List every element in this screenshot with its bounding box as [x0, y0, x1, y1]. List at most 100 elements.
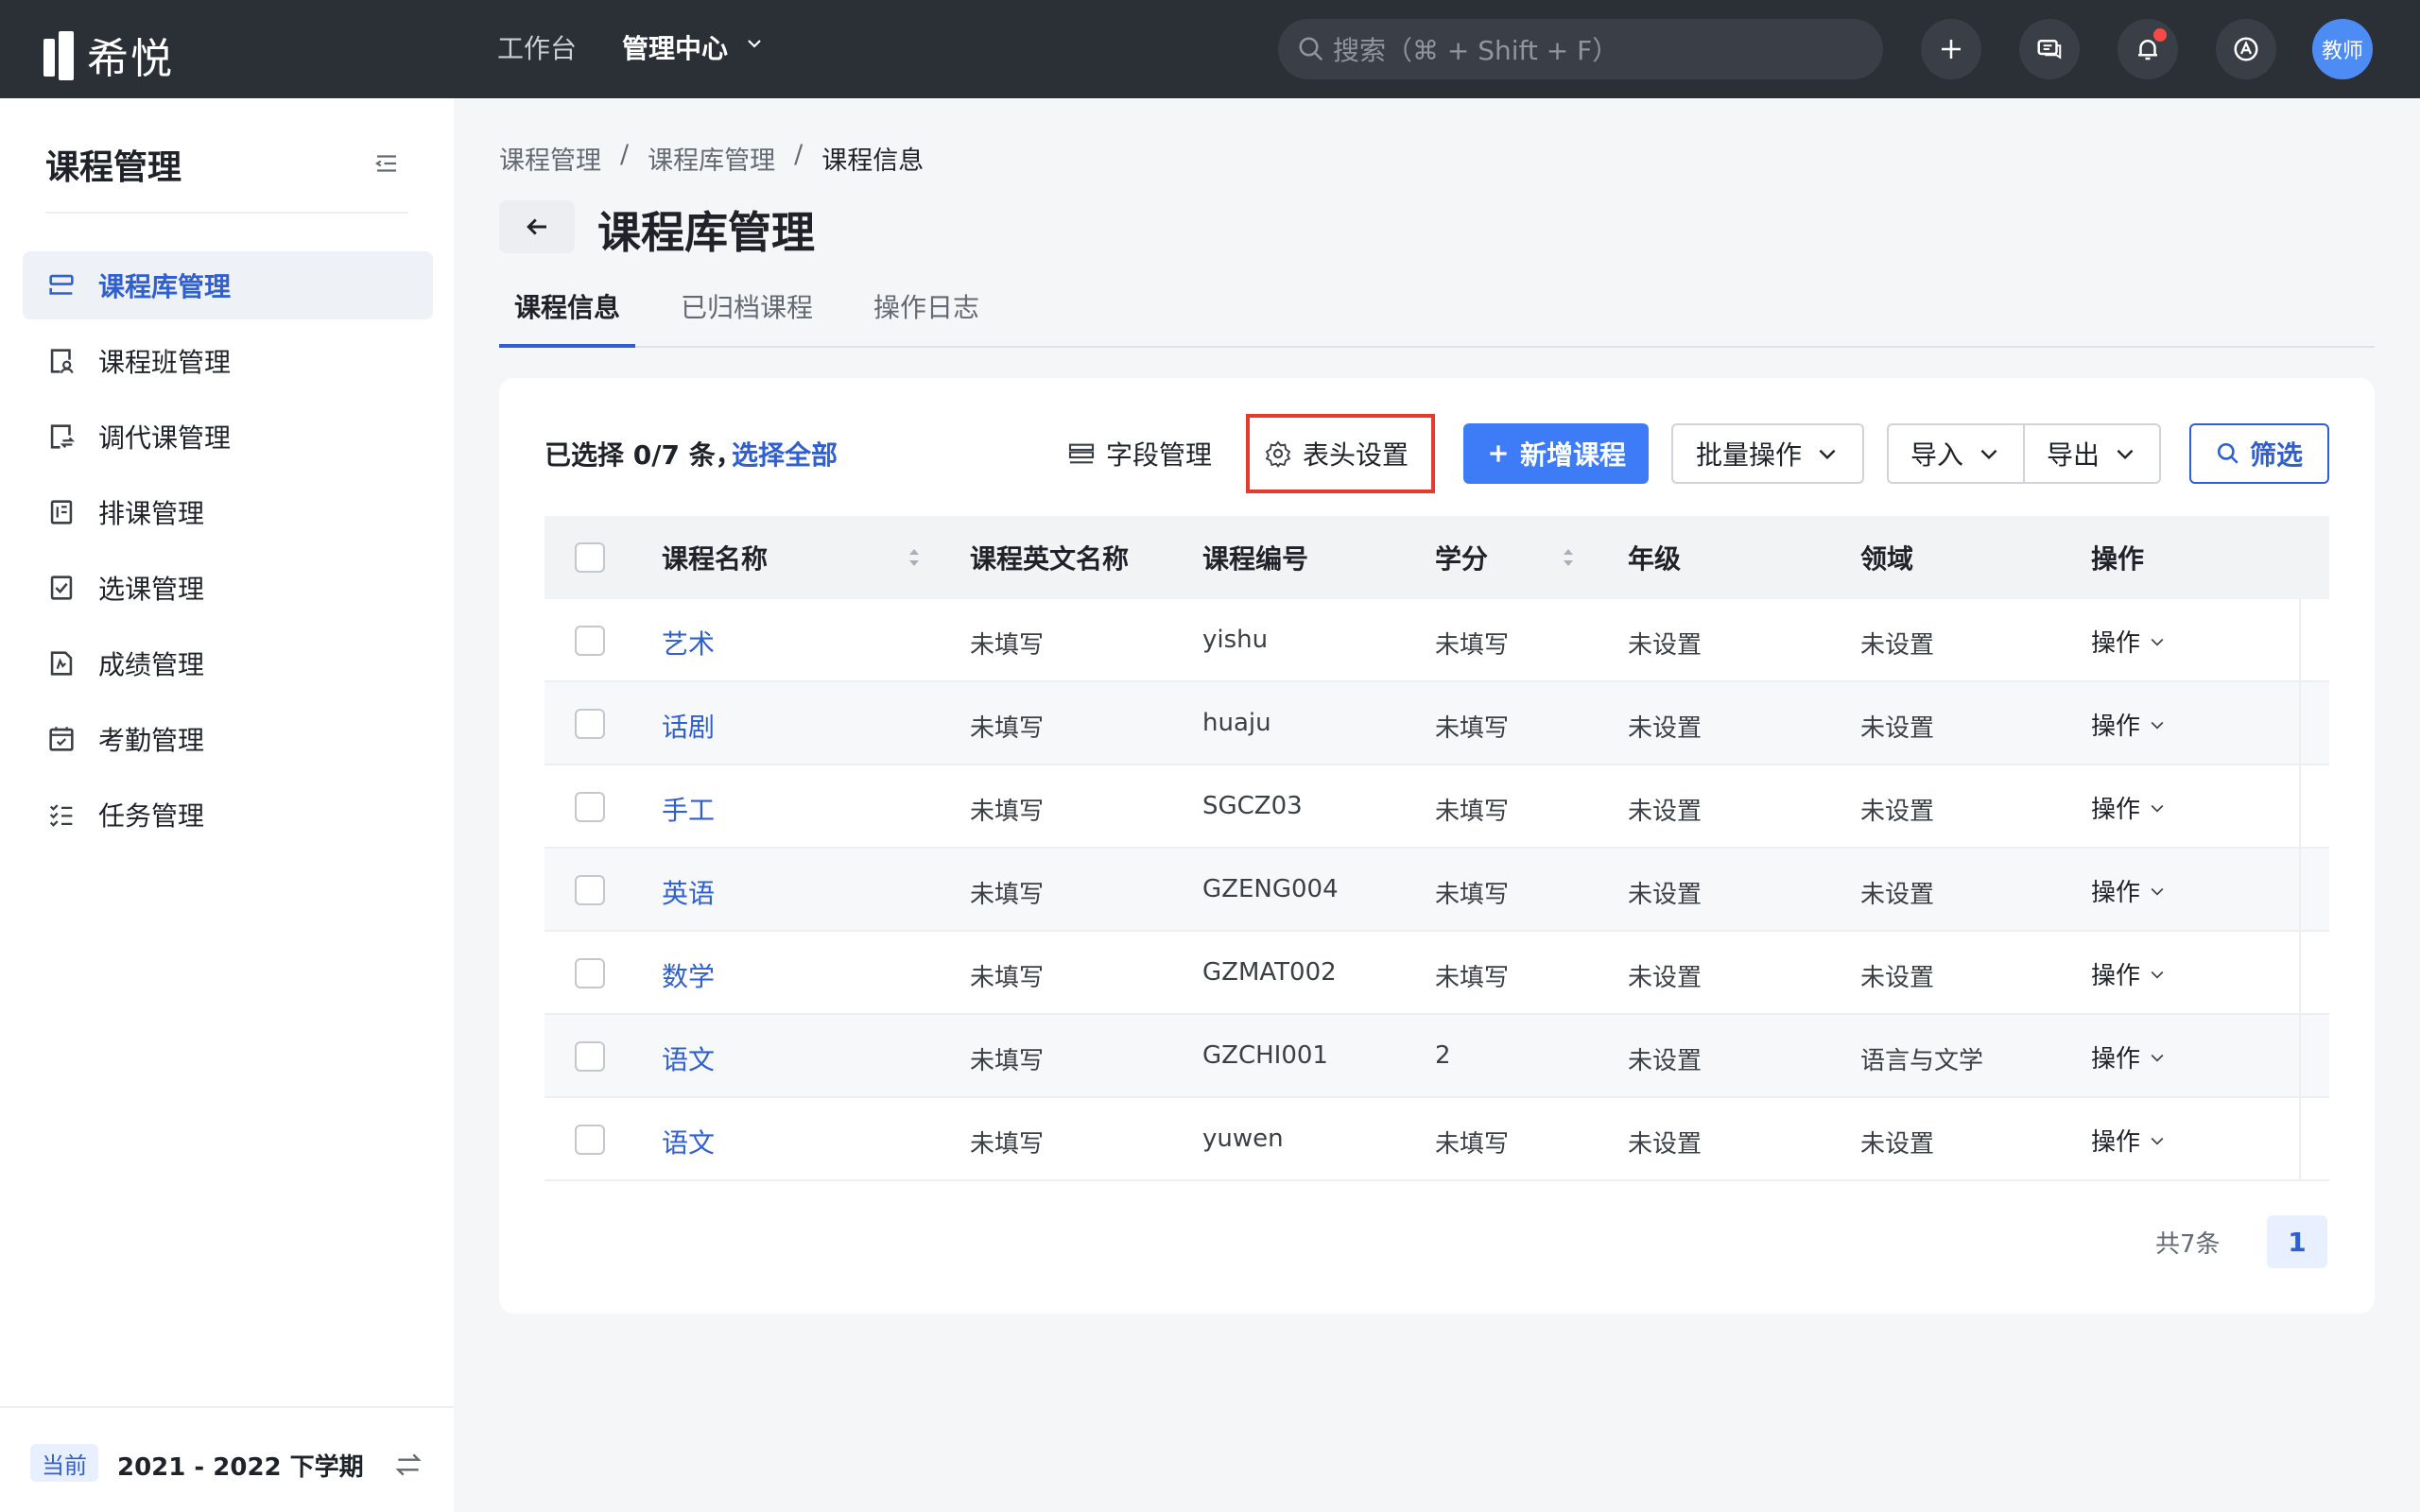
app-logo[interactable]: 希悦	[43, 25, 174, 85]
sidebar-item-substitute[interactable]: 调代课管理	[23, 403, 433, 471]
breadcrumb-item[interactable]: 课程管理	[499, 140, 601, 177]
back-button[interactable]	[499, 200, 575, 253]
sidebar-item-course-class[interactable]: 课程班管理	[23, 327, 433, 395]
row-actions-dropdown[interactable]: 操作	[2091, 624, 2167, 659]
collapse-sidebar-icon[interactable]	[372, 149, 401, 178]
sort-icon[interactable]	[1560, 544, 1577, 571]
table-row: 数学 未填写 GZMAT002 未填写 未设置 未设置 操作	[544, 932, 2329, 1015]
row-checkbox[interactable]	[575, 1125, 605, 1155]
select-all-checkbox[interactable]	[575, 542, 605, 573]
english-name-cell: 未填写	[970, 881, 1045, 909]
sidebar-item-grades[interactable]: 成绩管理	[23, 629, 433, 697]
notifications-button[interactable]	[2118, 19, 2178, 79]
column-header-domain: 领域	[1860, 543, 1914, 575]
grade-cell: 未设置	[1628, 631, 1703, 660]
sidebar-item-attendance[interactable]: 考勤管理	[23, 705, 433, 773]
tab-archived-courses[interactable]: 已归档课程	[681, 287, 813, 325]
tab-course-info[interactable]: 课程信息	[514, 287, 620, 325]
sidebar-item-label: 考勤管理	[98, 725, 205, 756]
english-name-cell: 未填写	[970, 714, 1045, 743]
row-actions-dropdown[interactable]: 操作	[2091, 1040, 2167, 1074]
english-name-cell: 未填写	[970, 964, 1045, 992]
term-label: 2021 - 2022 下学期	[117, 1453, 364, 1482]
course-name-link[interactable]: 语文	[662, 1040, 715, 1077]
breadcrumb-current: 课程信息	[821, 146, 925, 176]
selection-count: 已选择 0/7 条，	[544, 439, 742, 471]
english-name-cell: 未填写	[970, 1130, 1045, 1159]
row-actions-dropdown[interactable]: 操作	[2091, 790, 2167, 825]
messages-button[interactable]	[2019, 19, 2080, 79]
column-header-english-name: 课程英文名称	[970, 543, 1130, 575]
column-header-grade: 年级	[1628, 543, 1682, 575]
table-row: 英语 未填写 GZENG004 未填写 未设置 未设置 操作	[544, 849, 2329, 932]
course-name-link[interactable]: 语文	[662, 1123, 715, 1160]
grade-cell: 未设置	[1628, 798, 1703, 826]
breadcrumb-separator: /	[794, 140, 804, 169]
row-actions-dropdown[interactable]: 操作	[2091, 956, 2167, 991]
add-button[interactable]	[1921, 19, 1981, 79]
batch-operations-dropdown[interactable]: 批量操作	[1671, 423, 1864, 484]
chevron-down-icon	[2151, 971, 2164, 979]
course-name-link[interactable]: 话剧	[662, 707, 715, 745]
breadcrumb-separator: /	[620, 140, 630, 169]
plus-icon	[1490, 445, 1507, 462]
add-course-button[interactable]: 新增课程	[1463, 423, 1649, 484]
credit-cell: 未填写	[1435, 798, 1510, 826]
field-manage-button[interactable]: 字段管理	[1066, 423, 1212, 484]
sidebar-item-label: 调代课管理	[98, 422, 232, 454]
row-actions-dropdown[interactable]: 操作	[2091, 873, 2167, 908]
credit-cell: 未填写	[1435, 631, 1510, 660]
filter-button[interactable]: 筛选	[2189, 423, 2329, 484]
course-code-cell: GZENG004	[1202, 875, 1339, 903]
plus-icon	[1942, 40, 1961, 59]
column-header-credit: 学分	[1435, 543, 1489, 575]
app-switch-button[interactable]	[2216, 19, 2276, 79]
sidebar-item-course-selection[interactable]: 选课管理	[23, 554, 433, 622]
schedule-icon	[50, 500, 73, 524]
chevron-down-icon	[1980, 449, 1997, 460]
fields-icon	[1068, 443, 1095, 464]
chevron-down-icon	[2117, 449, 2134, 460]
breadcrumb-item[interactable]: 课程库管理	[648, 140, 775, 177]
course-name-link[interactable]: 手工	[662, 790, 715, 828]
select-all-link[interactable]: 选择全部	[732, 435, 838, 472]
header-settings-button[interactable]: 表头设置	[1263, 423, 1409, 484]
switch-term-icon[interactable]	[393, 1450, 424, 1480]
row-checkbox[interactable]	[575, 709, 605, 739]
nav-admin-center[interactable]: 管理中心	[622, 28, 728, 66]
course-name-link[interactable]: 数学	[662, 956, 715, 994]
row-checkbox[interactable]	[575, 792, 605, 822]
nav-workbench[interactable]: 工作台	[497, 28, 577, 66]
chevron-down-icon	[2151, 804, 2164, 813]
check-icon	[50, 576, 73, 600]
sidebar-item-scheduling[interactable]: 排课管理	[23, 478, 433, 546]
global-search-input[interactable]: 搜索（⌘ + Shift + F）	[1278, 19, 1883, 79]
sidebar-item-course-library[interactable]: 课程库管理	[23, 251, 433, 319]
row-actions-dropdown[interactable]: 操作	[2091, 707, 2167, 742]
tab-operation-log[interactable]: 操作日志	[873, 287, 979, 325]
row-checkbox[interactable]	[575, 958, 605, 988]
row-actions-label: 操作	[2091, 962, 2141, 990]
batch-operations-label: 批量操作	[1695, 439, 1802, 471]
export-dropdown[interactable]: 导出	[2023, 423, 2161, 484]
sort-icon[interactable]	[906, 544, 923, 571]
row-checkbox[interactable]	[575, 875, 605, 905]
table-row: 语文 未填写 GZCHI001 2 未设置 语言与文学 操作	[544, 1015, 2329, 1098]
user-avatar[interactable]: 教师	[2312, 19, 2373, 79]
domain-cell: 未设置	[1860, 631, 1935, 660]
sidebar-item-label: 任务管理	[98, 800, 205, 832]
sidebar-item-tasks[interactable]: 任务管理	[23, 781, 433, 849]
course-name-link[interactable]: 英语	[662, 873, 715, 911]
row-checkbox[interactable]	[575, 1041, 605, 1072]
import-dropdown[interactable]: 导入	[1887, 423, 2025, 484]
table-scrollbar[interactable]	[2299, 599, 2329, 1181]
course-table: 课程名称 课程英文名称 课程编号 学分 年级 领域 操作 艺术 未填写 yish…	[544, 516, 2329, 1181]
page-button[interactable]: 1	[2267, 1215, 2327, 1268]
grade-cell: 未设置	[1628, 714, 1703, 743]
table-row: 手工 未填写 SGCZ03 未填写 未设置 未设置 操作	[544, 765, 2329, 849]
chevron-down-icon[interactable]	[747, 36, 762, 51]
row-actions-dropdown[interactable]: 操作	[2091, 1123, 2167, 1158]
row-checkbox[interactable]	[575, 626, 605, 656]
english-name-cell: 未填写	[970, 1047, 1045, 1075]
course-name-link[interactable]: 艺术	[662, 624, 715, 662]
